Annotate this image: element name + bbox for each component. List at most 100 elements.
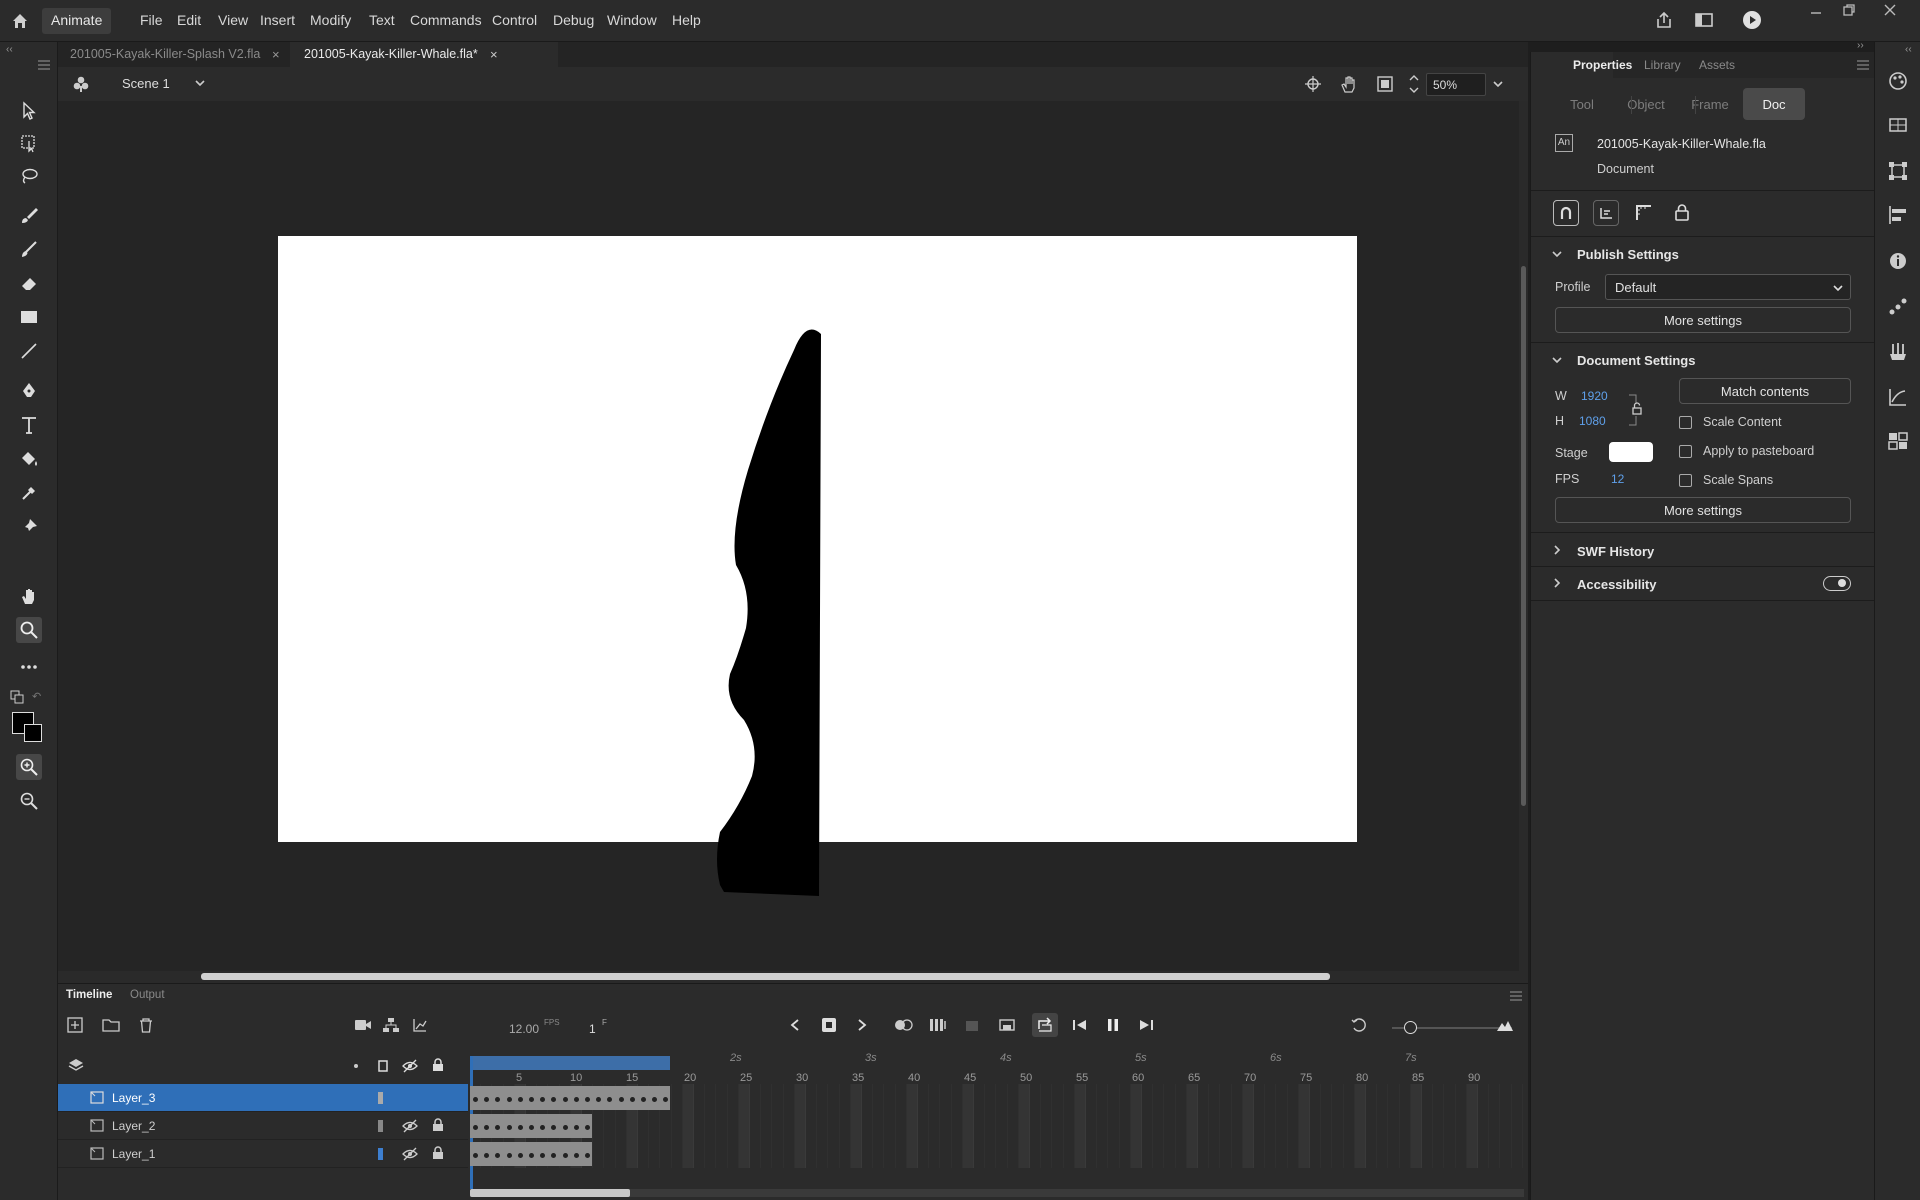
frame-cell[interactable] — [1489, 1140, 1501, 1168]
keyframe-marker[interactable] — [529, 1153, 534, 1158]
components-icon[interactable] — [1887, 430, 1909, 452]
frame-cell[interactable] — [1288, 1084, 1299, 1112]
frame-cell[interactable] — [660, 1112, 672, 1140]
frame-cell[interactable] — [1400, 1140, 1411, 1168]
keyframe-marker[interactable] — [585, 1153, 590, 1158]
frame-cell[interactable] — [1108, 1084, 1120, 1112]
frame-cell[interactable] — [1377, 1112, 1389, 1140]
frame-cell[interactable] — [1310, 1112, 1322, 1140]
frame-cell[interactable] — [884, 1140, 896, 1168]
loop-range-icon[interactable] — [996, 1014, 1018, 1036]
layer-color-swatch[interactable] — [378, 1092, 383, 1104]
frame-cell[interactable] — [828, 1112, 840, 1140]
profile-select[interactable]: Default — [1605, 274, 1851, 300]
edit-multiple-frames-icon[interactable] — [927, 1014, 949, 1036]
frame-cell[interactable] — [794, 1140, 806, 1168]
loop-icon[interactable] — [1032, 1013, 1058, 1037]
frame-cell[interactable] — [604, 1140, 616, 1168]
frame-cell[interactable] — [772, 1084, 784, 1112]
frame-cell[interactable] — [1265, 1084, 1277, 1112]
outline-icon[interactable] — [378, 1060, 388, 1072]
frame-cell[interactable] — [738, 1140, 750, 1168]
frame-cell[interactable] — [1018, 1084, 1030, 1112]
frame-cell[interactable] — [1377, 1084, 1389, 1112]
frame-cell[interactable] — [705, 1112, 717, 1140]
frame-track[interactable] — [470, 1112, 1524, 1140]
frame-cell[interactable] — [672, 1140, 683, 1168]
frame-cell[interactable] — [728, 1084, 739, 1112]
frame-cell[interactable] — [974, 1084, 986, 1112]
hidden-eye-icon[interactable] — [402, 1147, 418, 1161]
frame-cell[interactable] — [772, 1140, 784, 1168]
center-stage-icon[interactable] — [1304, 75, 1322, 93]
frame-cell[interactable] — [716, 1140, 728, 1168]
home-icon[interactable] — [10, 11, 30, 31]
frame-cell[interactable] — [1298, 1140, 1310, 1168]
frame-cell[interactable] — [952, 1084, 963, 1112]
frame-cell[interactable] — [985, 1140, 997, 1168]
hand-tool-icon[interactable] — [16, 583, 42, 609]
scene-name[interactable]: Scene 1 — [122, 76, 170, 91]
frame-cell[interactable] — [1108, 1140, 1120, 1168]
frame-cell[interactable] — [974, 1140, 986, 1168]
frame-cell[interactable] — [682, 1112, 694, 1140]
chevron-down-icon[interactable] — [1551, 354, 1563, 366]
accessibility-heading[interactable]: Accessibility — [1577, 577, 1657, 592]
paint-bucket-tool-icon[interactable] — [16, 446, 42, 472]
frame-cell[interactable] — [962, 1084, 974, 1112]
eraser-tool-icon[interactable] — [16, 270, 42, 296]
frame-cell[interactable] — [873, 1084, 885, 1112]
frame-cell[interactable] — [1254, 1112, 1266, 1140]
frame-cell[interactable] — [1422, 1112, 1434, 1140]
snap-magnet-icon[interactable] — [1553, 200, 1579, 226]
frame-cell[interactable] — [1512, 1084, 1523, 1112]
zoom-in-icon[interactable] — [16, 754, 42, 780]
frame-cell[interactable] — [1500, 1112, 1512, 1140]
frame-cell[interactable] — [996, 1140, 1008, 1168]
frame-cell[interactable] — [1332, 1112, 1344, 1140]
frame-cell[interactable] — [604, 1112, 616, 1140]
keyframe-marker[interactable] — [529, 1125, 534, 1130]
frame-cell[interactable] — [1232, 1084, 1243, 1112]
frame-cell[interactable] — [1478, 1112, 1490, 1140]
keyframe-marker[interactable] — [562, 1097, 568, 1102]
frame-cell[interactable] — [918, 1112, 930, 1140]
frame-cell[interactable] — [1086, 1084, 1098, 1112]
frame-cell[interactable] — [1186, 1084, 1198, 1112]
close-window-icon[interactable] — [1882, 2, 1898, 18]
layer-color-swatch[interactable] — [378, 1120, 383, 1132]
frame-cell[interactable] — [1018, 1140, 1030, 1168]
frame-cell[interactable] — [1377, 1140, 1389, 1168]
frame-cell[interactable] — [1288, 1140, 1299, 1168]
frame-cell[interactable] — [1008, 1140, 1019, 1168]
keyframe-marker[interactable] — [573, 1153, 579, 1158]
menu-insert[interactable]: Insert — [260, 12, 295, 28]
frame-cell[interactable] — [1064, 1140, 1075, 1168]
keyframe-marker[interactable] — [562, 1153, 568, 1158]
frame-cell[interactable] — [1388, 1140, 1400, 1168]
zoom-dropdown-icon[interactable] — [1492, 79, 1504, 89]
zoom-stepper-icon[interactable] — [1408, 72, 1420, 96]
frame-cell[interactable] — [1164, 1112, 1176, 1140]
swf-history-heading[interactable]: SWF History — [1577, 544, 1654, 559]
frame-cell[interactable] — [750, 1140, 762, 1168]
stage-color-swatch[interactable] — [1609, 442, 1653, 462]
frame-cell[interactable] — [1410, 1112, 1422, 1140]
keyframe-marker[interactable] — [585, 1097, 590, 1102]
frame-cell[interactable] — [660, 1140, 672, 1168]
frame-cell[interactable] — [1410, 1084, 1422, 1112]
frame-cell[interactable] — [840, 1140, 851, 1168]
frame-cell[interactable] — [884, 1084, 896, 1112]
frame-cell[interactable] — [1242, 1140, 1254, 1168]
frame-cell[interactable] — [1074, 1112, 1086, 1140]
keyframe-marker[interactable] — [517, 1125, 523, 1130]
visibility-all-icon[interactable] — [402, 1059, 418, 1073]
scale-spans-checkbox[interactable] — [1679, 474, 1692, 487]
center-frame-icon[interactable] — [1348, 1014, 1370, 1036]
frame-cell[interactable] — [873, 1112, 885, 1140]
frame-range-bar[interactable] — [470, 1056, 670, 1070]
frame-cell[interactable] — [1288, 1112, 1299, 1140]
frame-cell[interactable] — [1198, 1084, 1210, 1112]
frame-cell[interactable] — [1220, 1112, 1232, 1140]
frame-cell[interactable] — [1186, 1140, 1198, 1168]
